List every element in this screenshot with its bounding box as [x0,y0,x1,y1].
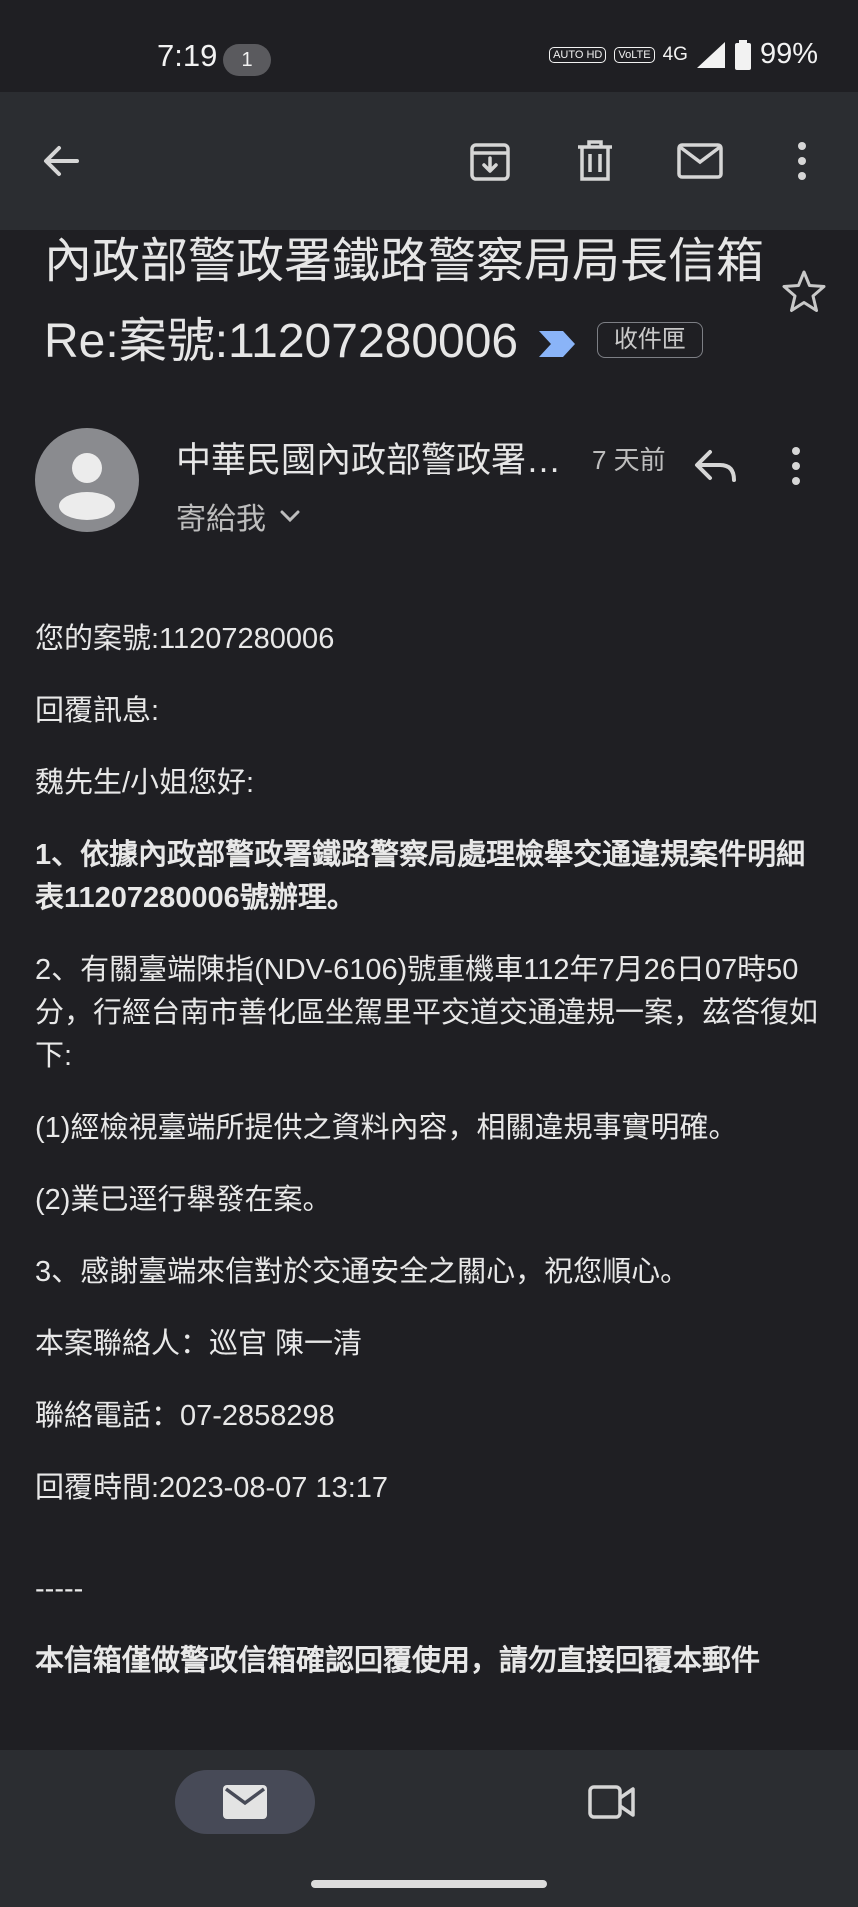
separator-line: ----- [35,1573,84,1605]
body-paragraph-2-2: (2)業已逕行舉發在案。 [35,1184,332,1216]
archive-icon[interactable] [461,132,519,190]
body-paragraph-3: 3、感謝臺端來信對於交通安全之關心，祝您順心。 [35,1256,690,1288]
battery-icon [734,39,751,70]
meet-tab[interactable] [580,1770,644,1834]
battery-percent: 99% [759,38,818,70]
case-number-line: 您的案號:11207280006 [35,623,335,655]
person-icon [59,453,115,520]
more-vert-icon[interactable] [773,132,831,190]
reply-icon[interactable] [692,446,748,502]
star-icon[interactable] [780,268,832,320]
chevron-down-icon [280,510,300,523]
contact-person-line: 本案聯絡人：巡官 陳一清 [35,1328,363,1360]
mail-icon [223,1785,267,1819]
body-paragraph-2: 2、有關臺端陳指(NDV-6106)號重機車112年7月26日07時50分，行經… [35,954,819,1072]
video-icon [588,1785,635,1819]
top-app-bar [0,92,858,230]
notification-count-badge: 1 [223,44,271,76]
importance-marker-icon[interactable] [537,304,577,384]
notice-line: 本信箱僅做警政信箱確認回覆使用，請勿直接回覆本郵件 [35,1645,761,1677]
recipient-details-toggle[interactable]: 寄給我 [176,494,300,538]
volte-indicator: VoLTE [614,46,655,63]
email-subject: 內政部警政署鐵路警察局局長信箱 Re:案號:11207280006 收件匣 [44,222,764,384]
sender-avatar[interactable] [35,428,139,532]
body-paragraph-1: 1、依據內政部警政署鐵路警察局處理檢舉交通違規案件明細表11207280006號… [35,839,806,914]
mark-unread-icon[interactable] [671,132,729,190]
email-time: 7 天前 [592,445,666,475]
reply-time-line: 回覆時間:2023-08-07 13:17 [35,1472,389,1504]
mail-tab[interactable] [175,1770,315,1834]
status-icons: AUTO HD VoLTE 4G 99% [549,38,818,71]
message-more-icon[interactable] [790,446,830,502]
delete-icon[interactable] [566,132,624,190]
body-paragraph-2-1: (1)經檢視臺端所提供之資料內容，相關違規事實明確。 [35,1112,738,1144]
signal-icon [696,41,725,68]
contact-phone-line: 聯絡電話：07-2858298 [35,1400,335,1432]
back-arrow-icon[interactable] [31,132,89,190]
status-bar: 7:19 1 AUTO HD VoLTE 4G 99% [0,0,858,92]
email-body: 您的案號:11207280006 回覆訊息: 魏先生/小姐您好: 1、依據內政部… [35,618,825,1712]
auto-hd-indicator: AUTO HD [549,46,607,63]
gesture-bar[interactable] [311,1880,547,1888]
recipient-label: 寄給我 [176,503,266,536]
network-type: 4G [662,43,688,65]
sender-name[interactable]: 中華民國內政部警政署… [176,432,566,483]
reply-header-line: 回覆訊息: [35,695,160,727]
inbox-label-chip[interactable]: 收件匣 [596,322,703,359]
status-time: 7:19 [157,38,218,73]
greeting-line: 魏先生/小姐您好: [35,767,255,799]
